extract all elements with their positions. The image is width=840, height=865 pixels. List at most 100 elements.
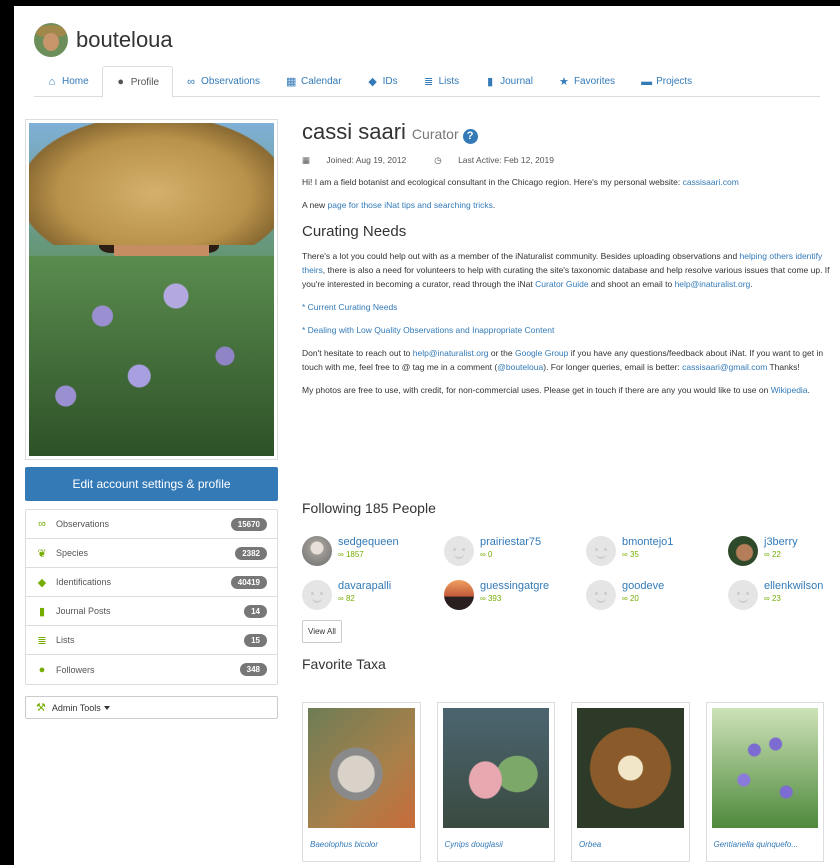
tab-lists[interactable]: ≣ Lists: [411, 66, 473, 97]
avatar[interactable]: [586, 536, 616, 566]
calendar-icon: ▦: [302, 155, 313, 165]
taxon-photo[interactable]: [577, 708, 684, 828]
clock-icon: ◷: [434, 155, 445, 165]
profile-meta: ▦ Joined: Aug 19, 2012 ◷ Last Active: Fe…: [302, 155, 554, 165]
user-stats-list: ∞ Observations 15670 ❦ Species 2382 ◆ Identif…: [25, 509, 278, 685]
profile-photo: [25, 119, 278, 460]
avatar[interactable]: [728, 580, 758, 610]
home-icon: ⌂: [48, 75, 56, 88]
tab-journal[interactable]: ▮ Journal: [472, 66, 546, 97]
stat-followers[interactable]: ● Followers 348: [26, 655, 277, 684]
list-item[interactable]: ellenkwilson ∞ 23: [728, 580, 840, 614]
tab-ids[interactable]: ◆ IDs: [355, 66, 411, 97]
book-icon: ▮: [487, 75, 494, 88]
user-mention-link[interactable]: @bouteloua: [497, 362, 543, 372]
tag-icon: ◆: [368, 75, 377, 88]
page-title: bouteloua: [76, 27, 173, 52]
binoculars-icon: ∞: [622, 550, 628, 559]
wikipedia-link[interactable]: Wikipedia: [771, 385, 808, 395]
profile-bio: Hi! I am a field botanist and ecological…: [302, 175, 840, 397]
tab-projects[interactable]: ▬ Projects: [628, 66, 705, 97]
admin-tools-dropdown[interactable]: ⚒ Admin Tools: [25, 696, 278, 719]
stat-identifications[interactable]: ◆ Identifications 40419: [26, 568, 277, 597]
following-list: sedgequeen ∞ 1857 prairiestar75 ∞ 0 bmonte…: [302, 536, 840, 643]
current-curating-needs-link[interactable]: * Current Curating Needs: [302, 302, 397, 312]
help-email-link[interactable]: help@inaturalist.org: [675, 279, 751, 289]
count-badge: 348: [239, 663, 267, 676]
list-item[interactable]: davarapalli ∞ 82: [302, 580, 444, 614]
avatar[interactable]: [302, 536, 332, 566]
list-item[interactable]: prairiestar75 ∞ 0: [444, 536, 586, 570]
tab-favorites[interactable]: ★ Favorites: [546, 66, 628, 97]
count-badge: 2382: [235, 546, 267, 560]
help-email-link[interactable]: help@inaturalist.org: [413, 348, 489, 358]
taxon-card[interactable]: Cynips douglasii: [436, 702, 555, 862]
list-item[interactable]: guessingatgre ∞ 393: [444, 580, 586, 614]
role-label: Curator: [411, 126, 459, 142]
taxon-card[interactable]: Gentianella quinquefo...: [705, 702, 824, 862]
profile-tabs: ⌂ Home ● Profile ∞ Observations ▦ Calendar ◆…: [34, 66, 820, 98]
tips-page-link[interactable]: page for those iNat tips and searching t…: [328, 200, 493, 210]
user-avatar[interactable]: [34, 23, 68, 57]
count-badge: 15: [244, 633, 267, 647]
taxon-card[interactable]: Baeolophus bicolor: [302, 702, 421, 862]
following-heading: Following 185 People: [302, 500, 436, 516]
profile-details: cassi saari Curator ? ▦ Joined: Aug 19, …: [302, 119, 840, 397]
google-group-link[interactable]: Google Group: [515, 348, 568, 358]
list-item[interactable]: goodeve ∞ 20: [586, 580, 728, 614]
stat-journal-posts[interactable]: ▮ Journal Posts 14: [26, 597, 277, 626]
profile-page: bouteloua ⌂ Home ● Profile ∞ Observations ▦…: [14, 6, 840, 865]
binoculars-icon: ∞: [38, 518, 46, 530]
tab-observations[interactable]: ∞ Observations: [173, 66, 273, 97]
tab-home[interactable]: ⌂ Home: [34, 66, 102, 97]
taxon-card[interactable]: Orbea: [571, 702, 690, 862]
tab-calendar[interactable]: ▦ Calendar: [273, 66, 355, 97]
list-item[interactable]: sedgequeen ∞ 1857: [302, 536, 444, 570]
avatar[interactable]: [728, 536, 758, 566]
count-badge: 15670: [230, 517, 267, 531]
user-icon: ●: [117, 76, 125, 88]
list-icon: ≣: [423, 75, 434, 88]
briefcase-icon: ▬: [641, 75, 653, 88]
avatar[interactable]: [302, 580, 332, 610]
tab-profile[interactable]: ● Profile: [101, 66, 174, 98]
book-icon: ▮: [38, 605, 46, 618]
curator-guide-link[interactable]: Curator Guide: [535, 279, 588, 289]
stat-lists[interactable]: ≣ Lists 15: [26, 626, 277, 655]
tag-icon: ◆: [37, 576, 47, 589]
star-icon: ★: [559, 75, 569, 88]
favorite-taxa-heading: Favorite Taxa: [302, 656, 386, 672]
personal-email-link[interactable]: cassisaari@gmail.com: [682, 362, 767, 372]
question-icon[interactable]: ?: [462, 129, 478, 144]
calendar-icon: ▦: [285, 75, 297, 88]
profile-name: cassi saari: [302, 119, 406, 144]
edit-account-settings-button[interactable]: Edit account settings & profile: [25, 467, 278, 501]
wrench-icon: ⚒: [36, 702, 46, 714]
list-item[interactable]: bmontejo1 ∞ 35: [586, 536, 728, 570]
curating-needs-heading: Curating Needs: [302, 223, 407, 240]
binoculars-icon: ∞: [764, 550, 770, 559]
avatar[interactable]: [586, 580, 616, 610]
count-badge: 40419: [230, 575, 267, 589]
avatar[interactable]: [444, 536, 474, 566]
stat-species[interactable]: ❦ Species 2382: [26, 539, 277, 568]
stat-observations[interactable]: ∞ Observations 15670: [26, 510, 277, 539]
user-icon: ●: [38, 663, 46, 676]
taxon-photo[interactable]: [711, 708, 818, 828]
binoculars-icon: ∞: [338, 594, 344, 603]
binoculars-icon: ∞: [187, 75, 195, 88]
taxon-photo[interactable]: [442, 708, 549, 828]
binoculars-icon: ∞: [338, 550, 344, 559]
view-all-button[interactable]: View All: [302, 620, 342, 643]
personal-website-link[interactable]: cassisaari.com: [683, 177, 739, 187]
binoculars-icon: ∞: [480, 550, 486, 559]
taxon-photo[interactable]: [308, 708, 415, 828]
list-item[interactable]: j3berry ∞ 22: [728, 536, 840, 570]
low-quality-observations-link[interactable]: * Dealing with Low Quality Observations …: [302, 325, 554, 335]
list-icon: ≣: [37, 634, 47, 647]
avatar[interactable]: [444, 580, 474, 610]
binoculars-icon: ∞: [480, 594, 486, 603]
binoculars-icon: ∞: [764, 594, 770, 603]
favorite-taxa-list: Baeolophus bicolor Cynips douglasii Orbe…: [302, 702, 840, 862]
profile-header: bouteloua: [34, 20, 173, 60]
